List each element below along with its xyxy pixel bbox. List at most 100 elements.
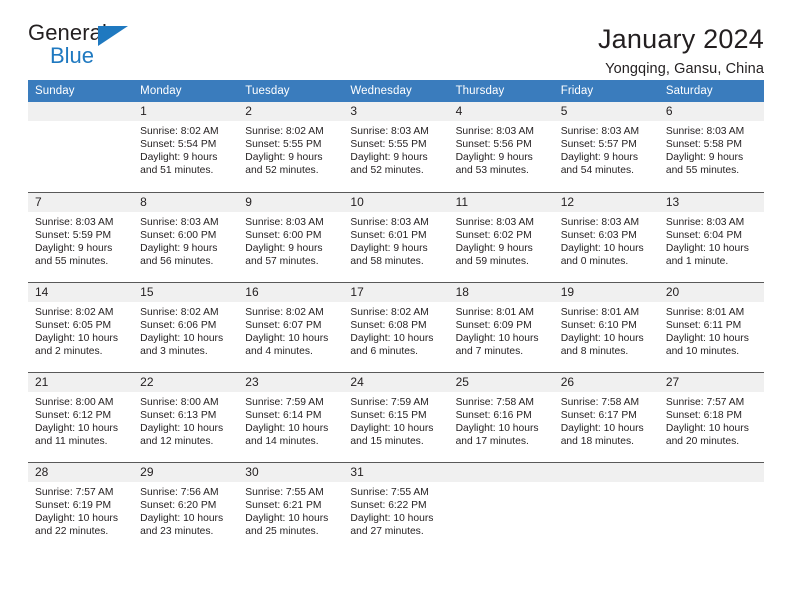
calendar-day-cell[interactable]: 3 Sunrise: 8:03 AM Sunset: 5:55 PM Daylight… bbox=[343, 102, 449, 192]
sunrise-text: Sunrise: 8:02 AM bbox=[245, 306, 324, 318]
calendar-day-cell[interactable]: 9 Sunrise: 8:03 AM Sunset: 6:00 PM Daylight… bbox=[238, 191, 344, 282]
day-details: Sunrise: 7:59 AM Sunset: 6:15 PM Daylight:… bbox=[343, 392, 448, 448]
calendar-week-row: 1 Sunrise: 8:02 AM Sunset: 5:54 PM Daylight… bbox=[28, 102, 764, 192]
calendar-day-cell[interactable]: 4 Sunrise: 8:03 AM Sunset: 5:56 PM Daylight… bbox=[448, 102, 554, 192]
day-number bbox=[553, 462, 659, 482]
daylight-text: Daylight: 9 hours bbox=[140, 242, 218, 254]
sunrise-text: Sunrise: 7:56 AM bbox=[140, 486, 219, 498]
calendar-week-row: 14 Sunrise: 8:02 AM Sunset: 6:05 PM Dayligh… bbox=[28, 281, 764, 372]
day-details: Sunrise: 8:03 AM Sunset: 6:04 PM Daylight:… bbox=[659, 212, 764, 268]
day-number: 3 bbox=[343, 102, 449, 121]
calendar-day-cell[interactable]: 14 Sunrise: 8:02 AM Sunset: 6:05 PM Dayligh… bbox=[28, 281, 134, 372]
day-number: 25 bbox=[448, 372, 554, 392]
general-blue-logo[interactable]: General Blue bbox=[28, 22, 138, 70]
daylight-text: Daylight: 10 hours bbox=[665, 242, 749, 254]
day-number: 14 bbox=[28, 282, 134, 302]
weekday-header-friday: Friday bbox=[553, 80, 659, 102]
day-number: 13 bbox=[658, 192, 764, 212]
day-number: 5 bbox=[553, 102, 659, 121]
calendar-day-cell[interactable]: 28 Sunrise: 7:57 AM Sunset: 6:19 PM Dayligh… bbox=[28, 461, 134, 552]
daylight-text: and 15 minutes. bbox=[350, 435, 424, 447]
calendar-day-cell[interactable]: 24 Sunrise: 7:59 AM Sunset: 6:15 PM Dayligh… bbox=[343, 371, 449, 462]
daylight-text: and 27 minutes. bbox=[350, 525, 424, 537]
daylight-text: and 20 minutes. bbox=[665, 435, 740, 447]
calendar-day-cell[interactable]: 6 Sunrise: 8:03 AM Sunset: 5:58 PM Daylight… bbox=[658, 102, 764, 192]
sunrise-text: Sunrise: 8:00 AM bbox=[35, 396, 114, 408]
daylight-text: and 23 minutes. bbox=[140, 525, 214, 537]
calendar-day-cell[interactable]: 15 Sunrise: 8:02 AM Sunset: 6:06 PM Dayligh… bbox=[133, 281, 239, 372]
sunrise-text: Sunrise: 8:02 AM bbox=[350, 306, 429, 318]
sunrise-text: Sunrise: 8:02 AM bbox=[35, 306, 114, 318]
calendar-day-cell[interactable]: 26 Sunrise: 7:58 AM Sunset: 6:17 PM Dayligh… bbox=[553, 371, 659, 462]
calendar-day-cell[interactable]: 5 Sunrise: 8:03 AM Sunset: 5:57 PM Daylight… bbox=[553, 102, 659, 192]
day-details: Sunrise: 8:00 AM Sunset: 6:13 PM Daylight:… bbox=[133, 392, 238, 448]
sunset-text: Sunset: 6:13 PM bbox=[140, 409, 217, 421]
sunset-text: Sunset: 6:09 PM bbox=[455, 319, 532, 331]
sunrise-text: Sunrise: 8:03 AM bbox=[350, 126, 429, 137]
calendar-day-cell[interactable]: 22 Sunrise: 8:00 AM Sunset: 6:13 PM Dayligh… bbox=[133, 371, 239, 462]
calendar-day-cell[interactable]: 1 Sunrise: 8:02 AM Sunset: 5:54 PM Daylight… bbox=[133, 102, 239, 192]
calendar-day-cell[interactable]: 8 Sunrise: 8:03 AM Sunset: 6:00 PM Daylight… bbox=[133, 191, 239, 282]
sunset-text: Sunset: 5:56 PM bbox=[455, 139, 532, 151]
sunset-text: Sunset: 6:03 PM bbox=[560, 229, 637, 241]
day-details: Sunrise: 8:03 AM Sunset: 6:01 PM Daylight:… bbox=[343, 212, 448, 268]
calendar-day-cell[interactable]: 31 Sunrise: 7:55 AM Sunset: 6:22 PM Dayligh… bbox=[343, 461, 449, 552]
sunset-text: Sunset: 5:59 PM bbox=[35, 229, 112, 241]
daylight-text: Daylight: 9 hours bbox=[455, 152, 533, 164]
sunset-text: Sunset: 6:22 PM bbox=[350, 499, 427, 511]
sunset-text: Sunset: 6:01 PM bbox=[350, 229, 427, 241]
calendar-empty-cell bbox=[658, 461, 764, 552]
calendar-day-cell[interactable]: 16 Sunrise: 8:02 AM Sunset: 6:07 PM Dayligh… bbox=[238, 281, 344, 372]
sunset-text: Sunset: 6:18 PM bbox=[665, 409, 742, 421]
day-number bbox=[448, 462, 554, 482]
calendar-day-cell[interactable]: 12 Sunrise: 8:03 AM Sunset: 6:03 PM Dayligh… bbox=[553, 191, 659, 282]
daylight-text: and 8 minutes. bbox=[560, 345, 629, 357]
calendar-day-cell[interactable]: 10 Sunrise: 8:03 AM Sunset: 6:01 PM Dayligh… bbox=[343, 191, 449, 282]
calendar-day-cell[interactable]: 2 Sunrise: 8:02 AM Sunset: 5:55 PM Daylight… bbox=[238, 102, 344, 192]
calendar-day-cell[interactable]: 19 Sunrise: 8:01 AM Sunset: 6:10 PM Dayligh… bbox=[553, 281, 659, 372]
day-number: 26 bbox=[553, 372, 659, 392]
daylight-text: and 58 minutes. bbox=[350, 255, 424, 267]
daylight-text: and 22 minutes. bbox=[35, 525, 109, 537]
sunrise-text: Sunrise: 7:58 AM bbox=[455, 396, 534, 408]
sunrise-text: Sunrise: 8:01 AM bbox=[455, 306, 534, 318]
calendar-day-cell[interactable]: 25 Sunrise: 7:58 AM Sunset: 6:16 PM Dayligh… bbox=[448, 371, 554, 462]
calendar-day-cell[interactable]: 27 Sunrise: 7:57 AM Sunset: 6:18 PM Dayligh… bbox=[658, 371, 764, 462]
daylight-text: and 18 minutes. bbox=[560, 435, 634, 447]
calendar-day-cell[interactable]: 20 Sunrise: 8:01 AM Sunset: 6:11 PM Dayligh… bbox=[658, 281, 764, 372]
day-number: 16 bbox=[238, 282, 344, 302]
daylight-text: and 25 minutes. bbox=[245, 525, 319, 537]
day-details: Sunrise: 8:02 AM Sunset: 6:08 PM Daylight:… bbox=[343, 302, 448, 358]
day-details: Sunrise: 8:03 AM Sunset: 5:56 PM Daylight:… bbox=[449, 121, 554, 177]
calendar-day-cell[interactable]: 30 Sunrise: 7:55 AM Sunset: 6:21 PM Dayligh… bbox=[238, 461, 344, 552]
calendar-day-cell[interactable]: 11 Sunrise: 8:03 AM Sunset: 6:02 PM Dayligh… bbox=[448, 191, 554, 282]
day-details: Sunrise: 7:59 AM Sunset: 6:14 PM Daylight:… bbox=[238, 392, 343, 448]
day-number: 17 bbox=[343, 282, 449, 302]
calendar-day-cell[interactable]: 23 Sunrise: 7:59 AM Sunset: 6:14 PM Dayligh… bbox=[238, 371, 344, 462]
sunset-text: Sunset: 5:54 PM bbox=[140, 139, 217, 151]
calendar-day-cell[interactable]: 13 Sunrise: 8:03 AM Sunset: 6:04 PM Dayligh… bbox=[658, 191, 764, 282]
weekday-header-saturday: Saturday bbox=[658, 80, 764, 102]
day-details: Sunrise: 8:02 AM Sunset: 6:05 PM Daylight:… bbox=[28, 302, 133, 358]
calendar-day-cell[interactable]: 29 Sunrise: 7:56 AM Sunset: 6:20 PM Dayligh… bbox=[133, 461, 239, 552]
day-number: 12 bbox=[553, 192, 659, 212]
daylight-text: and 54 minutes. bbox=[560, 165, 634, 177]
calendar-day-cell[interactable]: 18 Sunrise: 8:01 AM Sunset: 6:09 PM Dayligh… bbox=[448, 281, 554, 372]
weekday-header-wednesday: Wednesday bbox=[343, 80, 449, 102]
logo-text-blue: Blue bbox=[50, 43, 95, 68]
day-number: 19 bbox=[553, 282, 659, 302]
calendar-empty-cell bbox=[28, 102, 134, 192]
page-subtitle: Yongqing, Gansu, China bbox=[605, 61, 764, 78]
day-details: Sunrise: 7:55 AM Sunset: 6:22 PM Daylight:… bbox=[343, 482, 448, 538]
day-details: Sunrise: 8:03 AM Sunset: 5:58 PM Daylight:… bbox=[659, 121, 764, 177]
calendar-day-cell[interactable]: 17 Sunrise: 8:02 AM Sunset: 6:08 PM Dayligh… bbox=[343, 281, 449, 372]
calendar-day-cell[interactable]: 21 Sunrise: 8:00 AM Sunset: 6:12 PM Dayligh… bbox=[28, 371, 134, 462]
day-number: 10 bbox=[343, 192, 449, 212]
daylight-text: and 51 minutes. bbox=[140, 165, 214, 177]
calendar-day-cell[interactable]: 7 Sunrise: 8:03 AM Sunset: 5:59 PM Daylight… bbox=[28, 191, 134, 282]
calendar-empty-cell bbox=[448, 461, 554, 552]
day-number: 29 bbox=[133, 462, 239, 482]
page-title: January 2024 bbox=[597, 24, 764, 54]
day-details: Sunrise: 8:03 AM Sunset: 5:57 PM Daylight:… bbox=[554, 121, 659, 177]
daylight-text: and 55 minutes. bbox=[35, 255, 109, 267]
